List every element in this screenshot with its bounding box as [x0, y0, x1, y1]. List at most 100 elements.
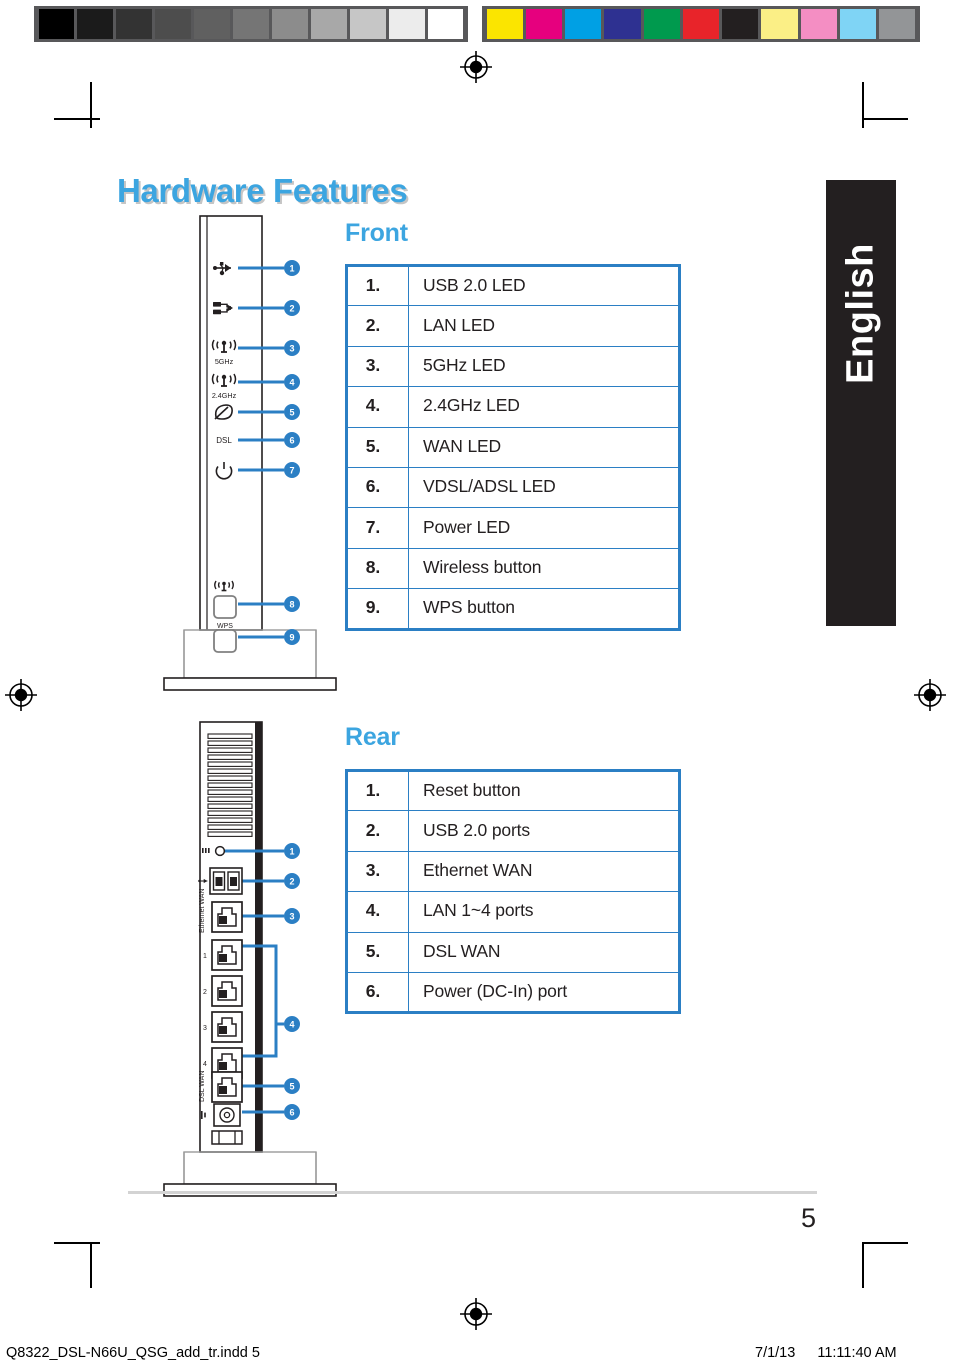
row-number: 2.: [346, 305, 409, 347]
grayscale-swatch: [427, 9, 464, 39]
section-heading-front: Front: [345, 219, 408, 247]
row-label: LAN LED: [408, 305, 680, 347]
table-row: 1. USB 2.0 LED: [346, 265, 680, 307]
row-number: 4.: [346, 891, 409, 933]
footer-time: 11:11:40 AM: [817, 1345, 897, 1361]
row-number: 2.: [346, 810, 409, 852]
table-row: 9. WPS button: [346, 588, 680, 630]
row-label: WPS button: [408, 588, 680, 630]
row-number: 8.: [346, 547, 409, 590]
table-row: 6. Power (DC-In) port: [346, 971, 680, 1013]
row-label: VDSL/ADSL LED: [408, 466, 680, 509]
registration-mark-right: [913, 678, 947, 712]
footer-date: 7/1/13: [755, 1345, 796, 1361]
svg-text:4: 4: [289, 378, 294, 388]
wireless-button-shape: [213, 595, 237, 619]
color-swatch: [722, 9, 759, 39]
label-ethernet-wan: Ethernet WAN: [199, 889, 206, 933]
registration-mark-top: [459, 50, 493, 84]
table-row: 4. 2.4GHz LED: [346, 386, 680, 428]
row-label: Power (DC-In) port: [408, 971, 680, 1013]
grayscale-swatch: [388, 9, 425, 39]
row-label: Power LED: [408, 507, 680, 549]
row-number: 3.: [346, 345, 409, 388]
row-label: USB 2.0 ports: [408, 810, 680, 852]
row-label: 5GHz LED: [408, 345, 680, 388]
svg-text:7: 7: [289, 466, 294, 476]
color-swatch: [525, 9, 563, 39]
svg-text:2: 2: [289, 304, 294, 314]
svg-text:5: 5: [289, 408, 294, 418]
row-label: LAN 1~4 ports: [408, 891, 680, 933]
table-row: 2. USB 2.0 ports: [346, 810, 680, 852]
table-row: 3. 5GHz LED: [346, 345, 680, 388]
table-row: 2. LAN LED: [346, 305, 680, 347]
page-number: 5: [800, 1203, 816, 1233]
page-rule-divider: [128, 1191, 817, 1194]
row-number: 6.: [346, 466, 409, 509]
color-swatch: [800, 9, 837, 39]
row-number: 5.: [346, 426, 409, 468]
svg-text:8: 8: [289, 600, 294, 610]
table-row: 4. LAN 1~4 ports: [346, 891, 680, 933]
row-number: 6.: [346, 971, 409, 1013]
grayscale-swatch: [116, 9, 153, 39]
language-tab-label: English: [839, 243, 882, 384]
grayscale-swatch: [77, 9, 114, 39]
svg-text:2: 2: [289, 877, 294, 887]
section-heading-rear: Rear: [345, 723, 400, 751]
svg-text:3: 3: [289, 912, 294, 922]
svg-text:6: 6: [289, 1108, 294, 1118]
color-calibration-bar: [482, 6, 920, 42]
color-swatch: [682, 9, 720, 39]
svg-text:4: 4: [203, 1061, 207, 1068]
label-24ghz: 2.4GHz: [212, 391, 237, 400]
table-row: 6. VDSL/ADSL LED: [346, 466, 680, 509]
table-row: 3. Ethernet WAN: [346, 850, 680, 893]
svg-text:9: 9: [289, 633, 294, 643]
color-swatch: [643, 9, 680, 39]
grayscale-swatch: [194, 9, 231, 39]
registration-mark-left: [4, 678, 38, 712]
grayscale-swatch: [38, 9, 75, 39]
svg-text:3: 3: [289, 344, 294, 354]
color-swatch: [761, 9, 798, 39]
color-swatch: [879, 9, 916, 39]
color-swatch: [486, 9, 523, 39]
dsl-wan-port: [211, 1071, 243, 1103]
router-rear-illustration: Ethernet WAN 1 2 3 4 DSL WAN 1 2 3 4 5 6: [150, 718, 350, 1203]
svg-text:3: 3: [203, 1025, 207, 1032]
row-label: Reset button: [408, 770, 680, 812]
row-number: 1.: [346, 265, 409, 307]
svg-text:1: 1: [289, 847, 294, 857]
svg-text:1: 1: [203, 953, 207, 960]
row-number: 3.: [346, 850, 409, 893]
row-number: 1.: [346, 770, 409, 812]
registration-mark-bottom: [459, 1297, 493, 1331]
row-number: 5.: [346, 931, 409, 973]
svg-text:4: 4: [289, 1020, 294, 1030]
color-swatch: [839, 9, 877, 39]
row-label: 2.4GHz LED: [408, 386, 680, 428]
label-wps: WPS: [217, 623, 233, 630]
footer-filename: Q8322_DSL-N66U_QSG_add_tr.indd 5: [6, 1345, 260, 1361]
label-5ghz: 5GHz: [215, 357, 234, 366]
svg-text:2: 2: [203, 989, 207, 996]
row-number: 4.: [346, 386, 409, 428]
grayscale-swatch: [233, 9, 269, 39]
table-row: 5. DSL WAN: [346, 931, 680, 973]
color-swatch: [565, 9, 602, 39]
rear-spec-table: 1. Reset button 2. USB 2.0 ports 3. Ethernet …: [345, 769, 681, 1015]
grayscale-swatch: [310, 9, 347, 39]
row-number: 7.: [346, 507, 409, 549]
row-label: WAN LED: [408, 426, 680, 468]
row-label: Ethernet WAN: [408, 850, 680, 893]
table-row: 8. Wireless button: [346, 547, 680, 590]
table-row: 1. Reset button: [346, 770, 680, 812]
page-canvas: English Hardware Features Front 1. USB 2.…: [0, 0, 954, 1371]
row-label: USB 2.0 LED: [408, 265, 680, 307]
color-swatch: [604, 9, 641, 39]
router-front-illustration: 5GHz 2.4GHz DSL WPS 1 2 3 4 5 6 7 8 9: [150, 212, 350, 697]
callout-badges-rear: 1 2 3 4 5 6: [284, 843, 300, 1120]
svg-text:1: 1: [289, 264, 294, 274]
